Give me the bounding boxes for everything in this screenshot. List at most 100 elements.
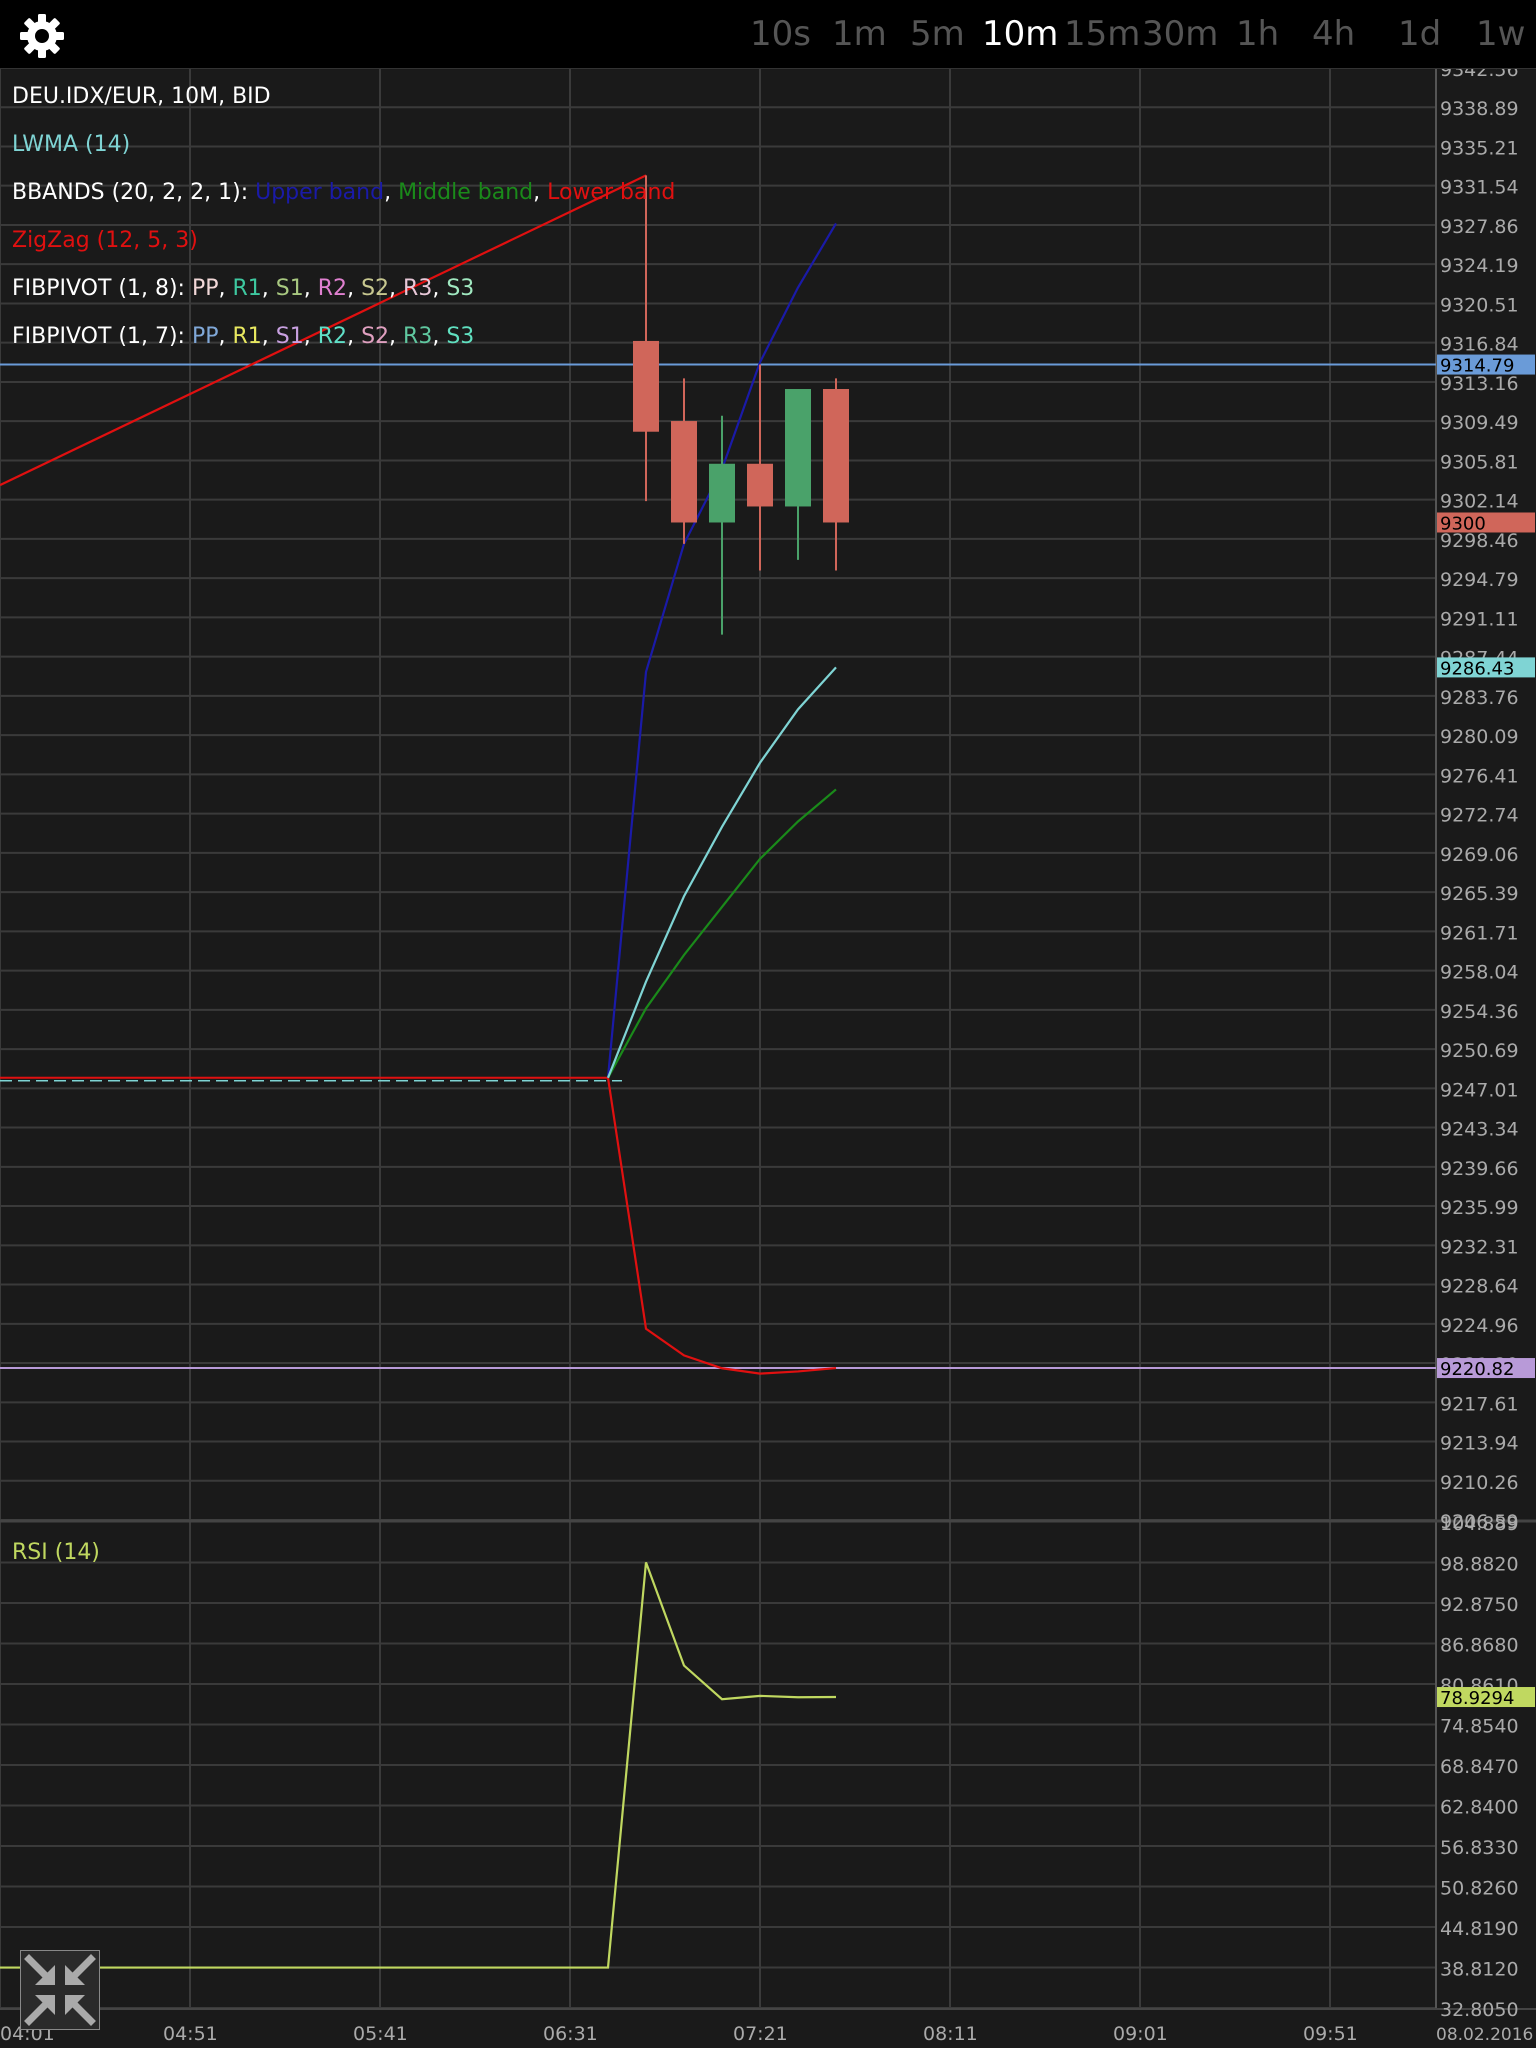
separator: , xyxy=(384,180,399,205)
price-tick-label: 9224.96 xyxy=(1440,1315,1519,1337)
price-tick-label: 9217.61 xyxy=(1440,1393,1519,1415)
separator: , xyxy=(347,276,362,301)
separator: , xyxy=(303,324,318,349)
price-tick-label: 9276.41 xyxy=(1440,765,1519,787)
rsi-tick-label: 104.889 xyxy=(1440,1513,1519,1535)
fibpivot-7-prefix: FIBPIVOT (1, 7): xyxy=(12,324,192,349)
price-tick-label: 9247.01 xyxy=(1440,1079,1519,1101)
separator: , xyxy=(389,276,404,301)
rsi-label: RSI (14) xyxy=(12,1540,100,1565)
rsi-tick-label: 38.8120 xyxy=(1440,1959,1519,1981)
fib7-item-r3: R3 xyxy=(403,324,433,349)
grid-lines xyxy=(0,67,1536,2010)
price-tick-label: 9316.84 xyxy=(1440,334,1519,356)
toolbar: 10s 1m 5m 10m 15m 30m 1h 4h 1d 1w xyxy=(0,0,1536,69)
tab-4h[interactable]: 4h xyxy=(1312,14,1355,54)
rsi-tick-label: 56.8330 xyxy=(1440,1837,1519,1859)
fib8-item-r2: R2 xyxy=(317,276,348,301)
fib8-item-r3: R3 xyxy=(403,276,433,301)
price-tick-label: 9331.54 xyxy=(1440,177,1519,199)
price-marker-label: 9286.43 xyxy=(1440,658,1514,679)
price-tick-label: 9254.36 xyxy=(1440,1001,1519,1023)
price-tick-label: 9280.09 xyxy=(1440,726,1519,748)
instrument-label: DEU.IDX/EUR, 10M, BID xyxy=(12,84,271,109)
candle-body xyxy=(823,389,849,523)
price-tick-label: 9305.81 xyxy=(1440,451,1519,473)
time-tick-label: 08:11 xyxy=(923,2023,978,2045)
price-tick-label: 9250.69 xyxy=(1440,1040,1519,1062)
tab-30m[interactable]: 30m xyxy=(1142,14,1218,54)
collapse-button[interactable] xyxy=(20,1950,100,2030)
fib7-item-r2: R2 xyxy=(317,324,348,349)
price-axis: 9342.569338.899335.219331.549327.869324.… xyxy=(1440,59,1519,1533)
time-tick-label: 05:41 xyxy=(353,2023,408,2045)
separator: , xyxy=(218,276,233,301)
chart-area[interactable]: 9342.569338.899335.219331.549327.869324.… xyxy=(0,0,1536,2048)
candle-body xyxy=(709,463,735,523)
price-tick-label: 9338.89 xyxy=(1440,98,1519,120)
separator: , xyxy=(303,276,318,301)
fib8-item-pp: PP xyxy=(191,276,219,301)
separator: , xyxy=(432,276,447,301)
tab-1w[interactable]: 1w xyxy=(1476,14,1525,54)
price-tick-label: 9320.51 xyxy=(1440,294,1519,316)
fibpivot-8-label: FIBPIVOT (1, 8): PP, R1, S1, R2, S2, R3,… xyxy=(12,276,474,301)
tab-1m[interactable]: 1m xyxy=(832,14,887,54)
bbands-label: BBANDS (20, 2, 2, 1): Upper band, Middle… xyxy=(12,180,675,205)
price-tick-label: 9324.19 xyxy=(1440,255,1519,277)
rsi-tick-label: 92.8750 xyxy=(1440,1594,1519,1616)
tab-1d[interactable]: 1d xyxy=(1398,14,1441,54)
separator: , xyxy=(261,276,276,301)
fib8-item-s2: S2 xyxy=(361,276,390,301)
fibpivot-8-items: PP, R1, S1, R2, S2, R3, S3 xyxy=(192,276,474,301)
upper-band-label: Upper band xyxy=(255,180,385,205)
tab-15m[interactable]: 15m xyxy=(1064,14,1140,54)
time-tick-label: 06:31 xyxy=(543,2023,598,2045)
time-tick-label: 09:51 xyxy=(1303,2023,1358,2045)
price-tick-label: 9210.26 xyxy=(1440,1472,1519,1494)
rsi-marker-label: 78.9294 xyxy=(1440,1688,1514,1709)
candle-body xyxy=(633,340,659,432)
candle-body xyxy=(747,463,773,507)
fib7-item-r1: R1 xyxy=(232,324,262,349)
price-tick-label: 9309.49 xyxy=(1440,412,1519,434)
price-tick-label: 9258.04 xyxy=(1440,962,1519,984)
time-tick-label: 09:01 xyxy=(1113,2023,1168,2045)
fib7-item-s1: S1 xyxy=(275,324,304,349)
tab-10s[interactable]: 10s xyxy=(750,14,811,54)
price-tick-label: 9272.74 xyxy=(1440,805,1519,827)
lwma-label: LWMA (14) xyxy=(12,132,131,157)
time-axis: 04:01 04:51 05:41 06:31 07:21 08:11 09:01 09:51… xyxy=(0,2023,1533,2045)
rsi-tick-label: 32.8050 xyxy=(1440,1999,1519,2021)
candle-body xyxy=(671,421,697,523)
tab-5m[interactable]: 5m xyxy=(910,14,965,54)
collapse-arrows-icon xyxy=(24,1954,96,2026)
bbands-prefix: BBANDS (20, 2, 2, 1): xyxy=(12,180,256,205)
separator: , xyxy=(218,324,233,349)
fib7-item-s2: S2 xyxy=(361,324,390,349)
time-tick-label: 04:51 xyxy=(163,2023,218,2045)
price-tick-label: 9291.11 xyxy=(1440,608,1519,630)
gear-icon[interactable] xyxy=(18,12,66,60)
fibpivot-7-label: FIBPIVOT (1, 7): PP, R1, S1, R2, S2, R3,… xyxy=(12,324,474,349)
zigzag-label: ZigZag (12, 5, 3) xyxy=(12,228,198,253)
tab-10m[interactable]: 10m xyxy=(982,14,1058,54)
price-marker-label: 9220.82 xyxy=(1440,1359,1514,1380)
rsi-tick-label: 74.8540 xyxy=(1440,1716,1519,1738)
rsi-tick-label: 50.8260 xyxy=(1440,1878,1519,1900)
middle-band-label: Middle band xyxy=(398,180,534,205)
lower-band-label: Lower band xyxy=(547,180,676,205)
tab-1h[interactable]: 1h xyxy=(1236,14,1279,54)
rsi-tick-label: 98.8820 xyxy=(1440,1554,1519,1576)
fib7-item-pp: PP xyxy=(191,324,219,349)
separator: , xyxy=(261,324,276,349)
fib8-item-r1: R1 xyxy=(232,276,262,301)
price-tick-label: 9239.66 xyxy=(1440,1158,1519,1180)
price-tick-label: 9232.31 xyxy=(1440,1236,1519,1258)
rsi-tick-label: 44.8190 xyxy=(1440,1918,1519,1940)
price-tick-label: 9269.06 xyxy=(1440,844,1519,866)
price-tick-label: 9283.76 xyxy=(1440,687,1519,709)
separator: , xyxy=(432,324,447,349)
time-tick-label: 07:21 xyxy=(733,2023,788,2045)
fib7-item-s3: S3 xyxy=(446,324,475,349)
